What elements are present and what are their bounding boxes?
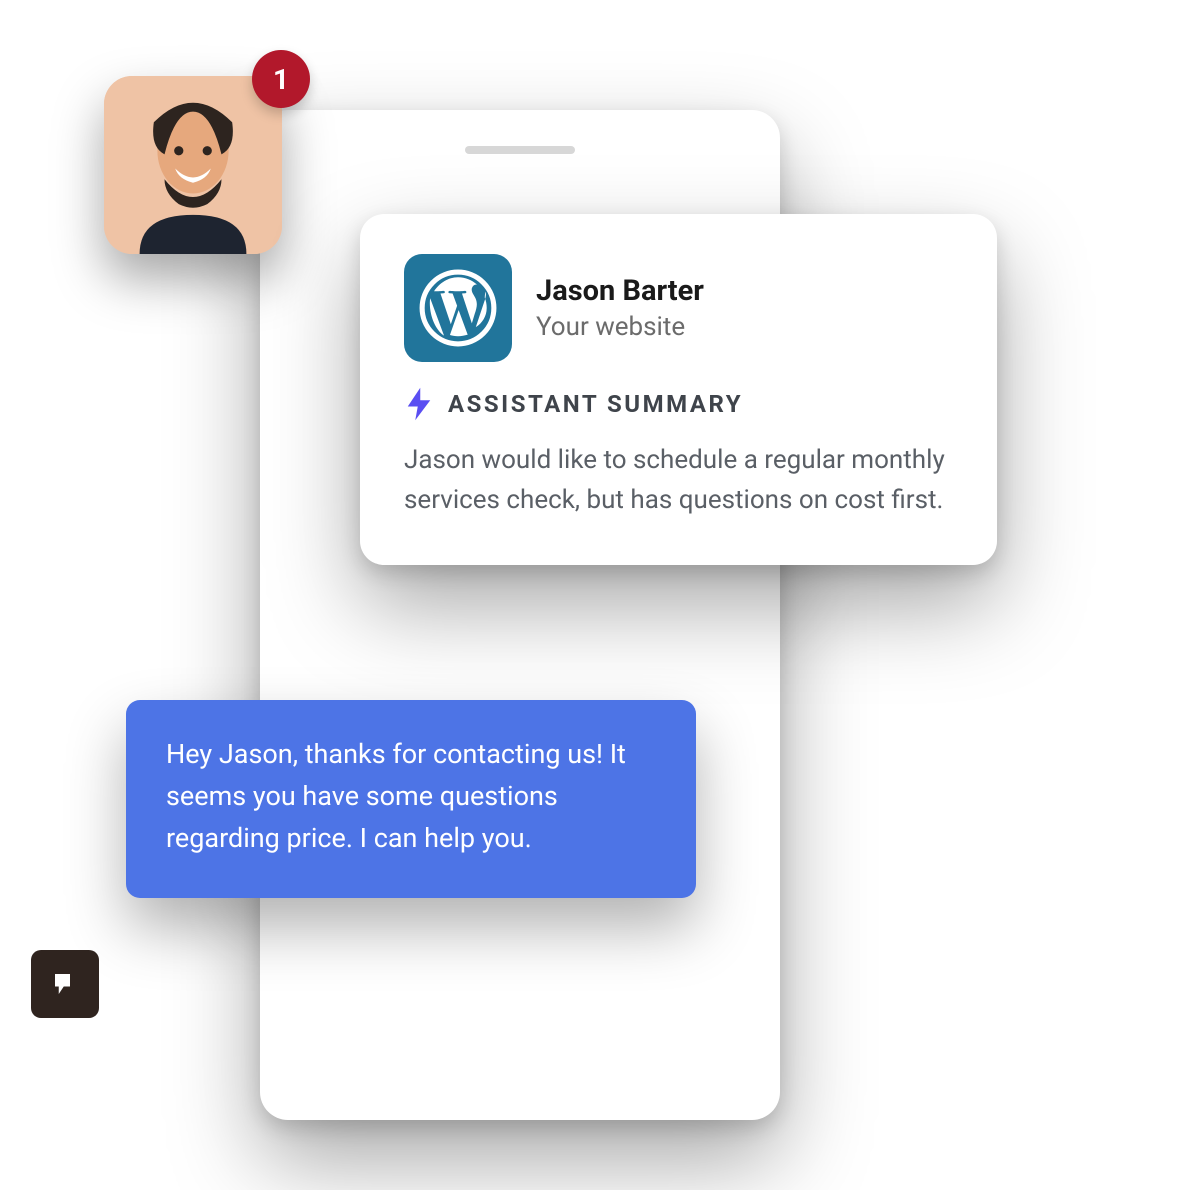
- summary-label-row: ASSISTANT SUMMARY: [404, 386, 953, 422]
- brand-chip[interactable]: [31, 950, 99, 1018]
- assistant-summary-card[interactable]: Jason Barter Your website ASSISTANT SUMM…: [360, 214, 997, 565]
- bolt-icon: [404, 386, 434, 422]
- summary-header: Jason Barter Your website: [404, 254, 953, 362]
- wordpress-icon: [404, 254, 512, 362]
- notification-badge[interactable]: 1: [252, 50, 310, 108]
- contact-info: Jason Barter Your website: [536, 274, 704, 343]
- contact-source: Your website: [536, 312, 704, 342]
- contact-name: Jason Barter: [536, 274, 704, 309]
- quote-icon: [50, 969, 80, 999]
- device-handle: [465, 146, 575, 154]
- summary-text: Jason would like to schedule a regular m…: [404, 440, 953, 521]
- agent-reply-bubble[interactable]: Hey Jason, thanks for contacting us! It …: [126, 700, 696, 898]
- reply-text: Hey Jason, thanks for contacting us! It …: [166, 738, 626, 854]
- avatar-image: [104, 76, 282, 254]
- contact-avatar[interactable]: [104, 76, 282, 254]
- badge-count: 1: [273, 63, 289, 96]
- summary-section-label: ASSISTANT SUMMARY: [448, 390, 743, 418]
